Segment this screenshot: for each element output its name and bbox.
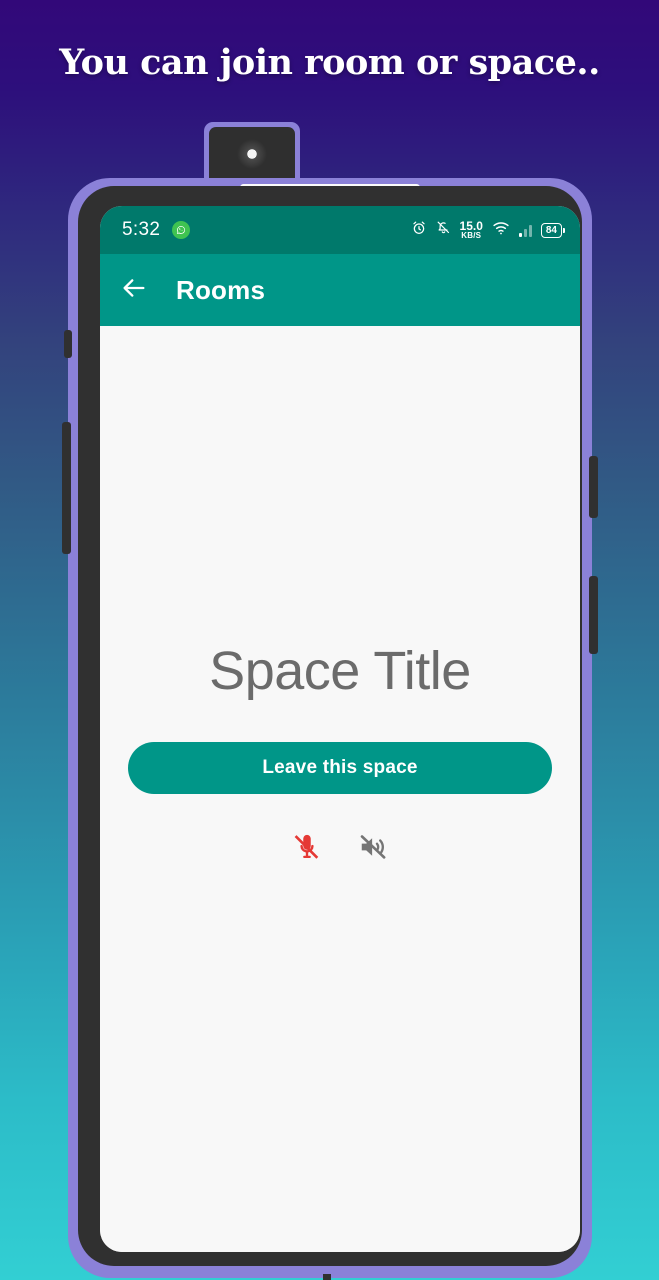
phone-bezel: 5:32 15.0 KB/S 84 Rooms Space Title Leav… (78, 186, 582, 1266)
network-speed-unit: KB/S (461, 231, 482, 240)
right-button-upper[interactable] (589, 456, 598, 518)
space-content-area: Space Title Leave this space (100, 326, 580, 1252)
app-bar: Rooms (100, 254, 580, 326)
camera-lens-icon (237, 139, 267, 169)
phone-screen: 5:32 15.0 KB/S 84 Rooms Space Title Leav… (100, 206, 580, 1252)
right-power-button[interactable] (589, 576, 598, 654)
wifi-icon (492, 220, 510, 241)
status-time: 5:32 (122, 219, 161, 240)
leave-space-button[interactable]: Leave this space (128, 742, 552, 794)
media-controls (292, 832, 388, 862)
battery-indicator: 84 (540, 222, 566, 238)
left-volume-rocker[interactable] (62, 422, 71, 554)
phone-frame: 5:32 15.0 KB/S 84 Rooms Space Title Leav… (62, 178, 598, 1280)
signal-bars-icon (518, 223, 532, 237)
network-speed-indicator: 15.0 KB/S (460, 220, 483, 240)
bottom-connector-nub (323, 1274, 331, 1280)
space-title: Space Title (209, 641, 471, 701)
whatsapp-icon (172, 221, 191, 239)
status-icons-group: 15.0 KB/S 84 (411, 220, 566, 241)
left-small-button[interactable] (64, 330, 72, 358)
promo-caption: You can join room or space.. (59, 42, 600, 83)
status-bar: 5:32 15.0 KB/S 84 (100, 206, 580, 254)
page-title: Rooms (176, 274, 266, 305)
alarm-icon (411, 220, 427, 241)
back-arrow-icon[interactable] (120, 274, 148, 307)
microphone-muted-icon[interactable] (292, 832, 322, 862)
notifications-muted-icon (436, 220, 451, 240)
speaker-muted-icon[interactable] (358, 832, 388, 862)
